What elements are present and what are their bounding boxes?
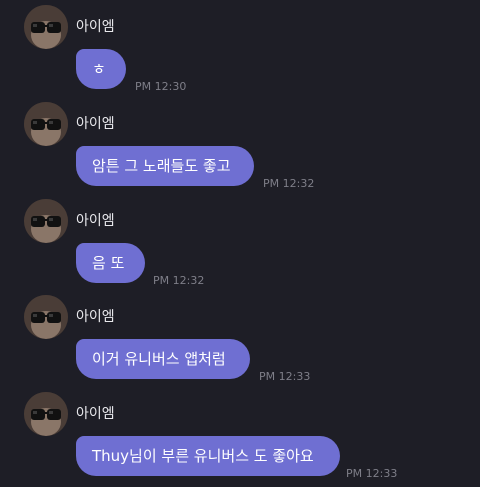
- message-bubble[interactable]: 암튼 그 노래들도 좋고: [76, 146, 254, 186]
- profile-photo-icon: [24, 295, 68, 339]
- sender-name: 아이엠: [76, 406, 115, 422]
- message-row: 아이엠 Thuy님이 부른 유니버스 도 좋아요 PM 12:33: [0, 392, 480, 487]
- sender-avatar[interactable]: [24, 199, 68, 243]
- message-timestamp: PM 12:32: [153, 274, 205, 287]
- sender-avatar[interactable]: [24, 295, 68, 339]
- message-row: 아이엠 암튼 그 노래들도 좋고 PM 12:32: [0, 102, 480, 200]
- sender-name: 아이엠: [76, 309, 115, 325]
- message-bubble[interactable]: Thuy님이 부른 유니버스 도 좋아요: [76, 436, 340, 476]
- sender-name: 아이엠: [76, 19, 115, 35]
- sender-avatar[interactable]: [24, 392, 68, 436]
- message-timestamp: PM 12:33: [346, 467, 398, 480]
- message-row: 아이엠 이거 유니버스 앱처럼 PM 12:33: [0, 295, 480, 393]
- profile-photo-icon: [24, 199, 68, 243]
- message-timestamp: PM 12:32: [263, 177, 315, 190]
- profile-photo-icon: [24, 392, 68, 436]
- sender-avatar[interactable]: [24, 5, 68, 49]
- message-row: 아이엠 음 또 PM 12:32: [0, 199, 480, 297]
- message-bubble[interactable]: ㅎ: [76, 49, 126, 89]
- sender-avatar[interactable]: [24, 102, 68, 146]
- profile-photo-icon: [24, 102, 68, 146]
- message-bubble[interactable]: 이거 유니버스 앱처럼: [76, 339, 250, 379]
- sender-name: 아이엠: [76, 116, 115, 132]
- message-bubble[interactable]: 음 또: [76, 243, 145, 283]
- sender-name: 아이엠: [76, 213, 115, 229]
- chat-message-list[interactable]: 아이엠 ㅎ PM 12:30 아이엠 암튼 그 노래들도 좋고 PM 12:32: [0, 0, 480, 487]
- message-row: 아이엠 ㅎ PM 12:30: [0, 5, 480, 103]
- message-timestamp: PM 12:33: [259, 370, 311, 383]
- profile-photo-icon: [24, 5, 68, 49]
- message-timestamp: PM 12:30: [135, 80, 187, 93]
